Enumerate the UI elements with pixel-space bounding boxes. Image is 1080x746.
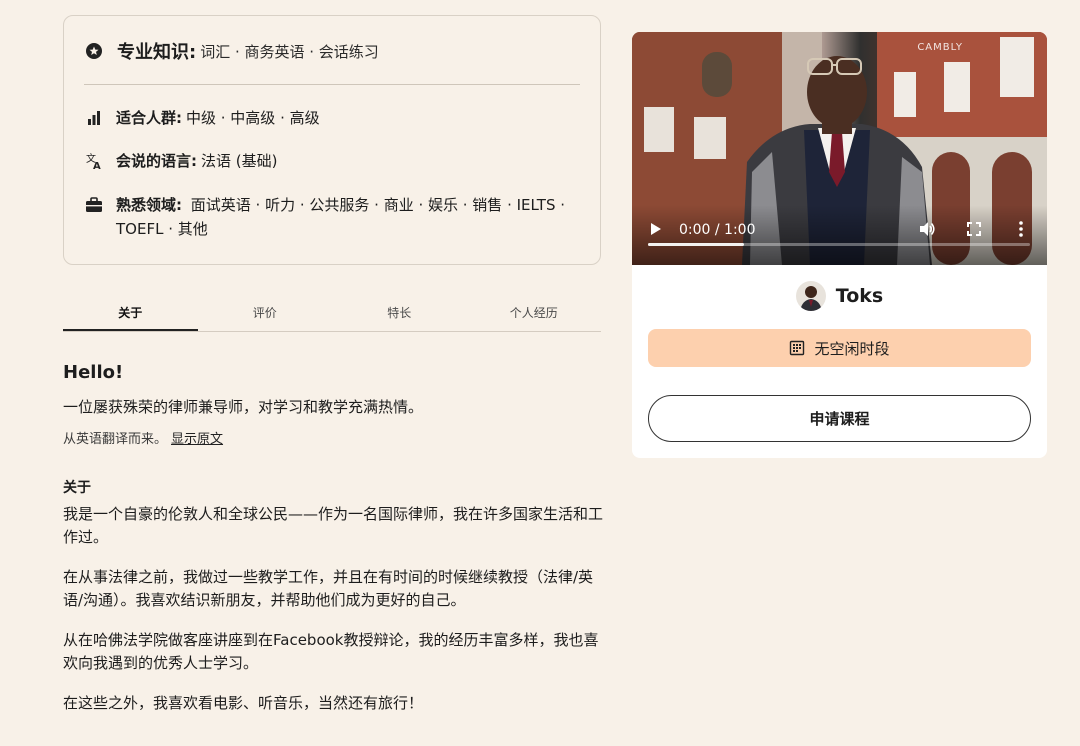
avatar — [795, 281, 826, 311]
translated-label: 从英语翻译而来。 — [63, 432, 168, 447]
tab-reviews[interactable]: 评价 — [198, 296, 333, 331]
briefcase-icon — [84, 193, 104, 217]
intro-text: 一位屡获殊荣的律师兼导师，对学习和教学充满热情。 — [63, 398, 424, 416]
tab-specialties[interactable]: 特长 — [332, 296, 467, 331]
calendar-icon — [789, 340, 805, 356]
about-paragraph: 我是一个自豪的伦敦人和全球公民——作为一名国际律师，我在许多国家生活和工作过。 — [63, 505, 604, 546]
specialty-label: 专业知识: — [117, 42, 197, 63]
about-paragraph: 在从事法律之前，我做过一些教学工作，并且在有时间的时候继续教授（法律/英语/沟通… — [63, 568, 594, 609]
no-slots-label: 无空闲时段 — [814, 339, 890, 358]
cambly-watermark: CAMBLY — [917, 42, 963, 53]
about-title: 关于 — [63, 480, 91, 496]
domains-value: 面试英语 · 听力 · 公共服务 · 商业 · 娱乐 · 销售 · IELTS … — [116, 196, 566, 238]
domains-label: 熟悉领域: — [116, 196, 182, 214]
languages-value: 法语 (基础) — [201, 152, 278, 170]
profile-tabs: 关于 评价 特长 个人经历 — [63, 296, 601, 332]
domains-row: 熟悉领域: 面试英语 · 听力 · 公共服务 · 商业 · 娱乐 · 销售 · … — [84, 193, 586, 241]
tutor-header: Toks — [632, 281, 1047, 311]
request-lesson-button[interactable]: 申请课程 — [648, 395, 1031, 442]
bar-chart-icon — [84, 106, 104, 130]
intro-video[interactable]: CAMBLY 0:00 / 1:00 — [632, 32, 1047, 265]
about-paragraph: 从在哈佛法学院做客座讲座到在Facebook教授辩论，我的经历丰富多样，我也喜欢… — [63, 631, 599, 672]
video-progress-fill — [648, 243, 744, 246]
specialty-value: 词汇 · 商务英语 · 会话练习 — [200, 42, 379, 61]
video-controls: 0:00 / 1:00 — [632, 205, 1047, 265]
greeting-heading: Hello! — [63, 362, 124, 383]
svg-text:A: A — [93, 161, 101, 170]
audience-row: 适合人群: 中级 · 中高级 · 高级 — [84, 106, 320, 130]
tutor-name: Toks — [835, 285, 884, 307]
about-section: Hello! 一位屡获殊荣的律师兼导师，对学习和教学充满热情。 从英语翻译而来。… — [63, 362, 603, 732]
translate-icon: 文A — [84, 149, 104, 173]
no-slots-button[interactable]: 无空闲时段 — [648, 329, 1031, 367]
expertise-card: 专业知识: 词汇 · 商务英语 · 会话练习 适合人群: 中级 · 中高级 · … — [63, 15, 601, 265]
video-progress-bar[interactable] — [648, 243, 1030, 246]
audience-value: 中级 · 中高级 · 高级 — [186, 109, 320, 127]
divider — [84, 84, 580, 85]
play-icon[interactable] — [650, 222, 664, 238]
languages-row: 文A 会说的语言: 法语 (基础) — [84, 149, 277, 173]
tab-resume[interactable]: 个人经历 — [467, 296, 602, 331]
languages-label: 会说的语言: — [116, 152, 197, 170]
specialty-row: 专业知识: 词汇 · 商务英语 · 会话练习 — [84, 38, 379, 64]
badge-icon — [84, 41, 104, 61]
tutor-card: CAMBLY 0:00 / 1:00 Toks 无空闲时段 申请课程 — [632, 32, 1047, 458]
show-original-link[interactable]: 显示原文 — [171, 432, 223, 447]
video-time: 0:00 / 1:00 — [679, 222, 756, 238]
about-paragraph: 在这些之外，我喜欢看电影、听音乐，当然还有旅行！ — [63, 694, 424, 712]
audience-label: 适合人群: — [116, 109, 182, 127]
translation-note: 从英语翻译而来。 显示原文 — [63, 428, 603, 447]
tab-about[interactable]: 关于 — [63, 296, 198, 331]
